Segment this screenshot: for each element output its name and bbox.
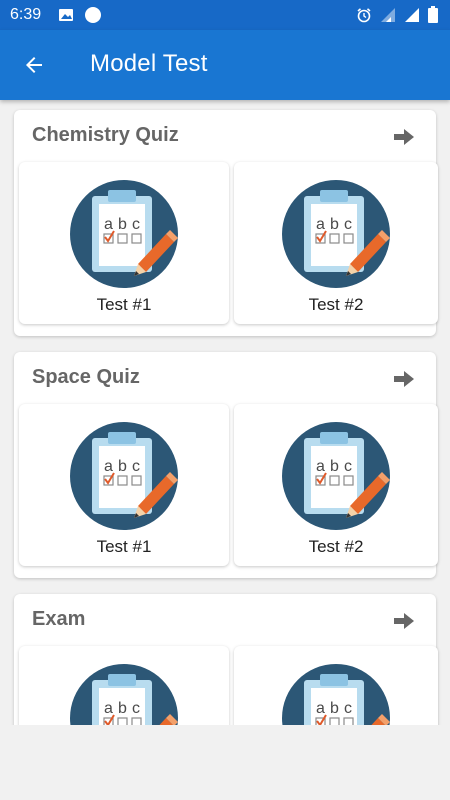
forward-arrow-icon[interactable] [392, 367, 416, 391]
app-bar: Model Test [0, 30, 450, 100]
quiz-clipboard-icon [282, 664, 390, 725]
test-tile[interactable]: Test #2 [234, 404, 438, 566]
status-bar: 6:39 [0, 0, 450, 30]
test-tile[interactable]: Test #1 [19, 404, 229, 566]
quiz-card-chemistry: Chemistry Quiz Test #1 Test #2 [14, 110, 438, 336]
test-label: Test #1 [96, 295, 152, 314]
quiz-clipboard-icon [70, 664, 178, 725]
quiz-title: Space Quiz [32, 366, 140, 388]
cell-signal-icon [405, 7, 419, 22]
quiz-list[interactable]: Chemistry Quiz Test #1 Test #2 Space Qui… [0, 100, 450, 725]
status-system-icons [356, 6, 438, 23]
bottom-blank-area [0, 725, 450, 800]
back-button[interactable] [16, 47, 52, 83]
test-tile[interactable] [19, 646, 229, 725]
quiz-title: Exam [32, 608, 86, 630]
test-tile[interactable]: Test #2 [234, 162, 438, 324]
battery-icon [428, 6, 438, 23]
arrow-left-icon [26, 57, 42, 73]
quiz-clipboard-icon [282, 180, 390, 288]
test-label: Test #2 [308, 537, 364, 556]
test-tile[interactable] [234, 646, 438, 725]
quiz-card-exam: Exam [14, 594, 438, 725]
quiz-clipboard-icon [282, 422, 390, 530]
image-notification-icon [59, 9, 73, 21]
status-time: 6:39 [10, 6, 42, 23]
test-label: Test #1 [96, 537, 152, 556]
test-label: Test #2 [308, 295, 364, 314]
wifi-signal-icon [381, 7, 395, 22]
quiz-card-space: Space Quiz Test #1 Test #2 [14, 352, 438, 578]
forward-arrow-icon[interactable] [392, 125, 416, 149]
circle-notification-icon [85, 7, 101, 23]
alarm-icon [357, 7, 371, 22]
quiz-clipboard-icon [70, 180, 178, 288]
page-title: Model Test [90, 50, 208, 77]
quiz-clipboard-icon [70, 422, 178, 530]
test-tile[interactable]: Test #1 [19, 162, 229, 324]
quiz-title: Chemistry Quiz [32, 124, 179, 146]
status-notification-icons [58, 6, 102, 24]
forward-arrow-icon[interactable] [392, 609, 416, 633]
